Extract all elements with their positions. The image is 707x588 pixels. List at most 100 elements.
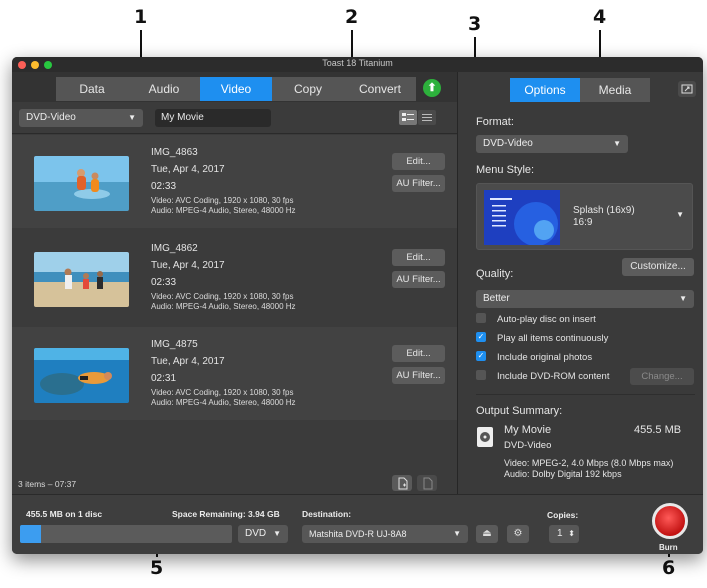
project-toolbar: DVD-Video ▼ My Movie <box>12 102 457 134</box>
item-date: Tue, Apr 4, 2017 <box>151 164 225 175</box>
burn-button[interactable] <box>652 503 688 539</box>
callout-2: 2 <box>345 6 359 28</box>
project-pane: Data Audio Video Copy Convert ⬆ DVD-Vide… <box>12 72 457 494</box>
project-tabs: Data Audio Video Copy Convert ⬆ <box>12 72 457 102</box>
play-all-label: Play all items continuously <box>497 333 609 344</box>
chevron-down-icon: ▼ <box>676 210 684 219</box>
option-autoplay[interactable]: Auto-play disc on insert <box>476 313 596 325</box>
settings-pane: Options Media Format: DVD-Video ▼ Menu S… <box>457 72 703 494</box>
callout-6: 6 <box>662 557 676 579</box>
disc-icon <box>476 426 494 453</box>
callout-5: 5 <box>150 557 164 579</box>
dvd-rom-checkbox[interactable] <box>476 370 486 381</box>
destination-label: Destination: <box>302 509 352 519</box>
status-bar: 3 items – 07:37 <box>12 472 457 494</box>
menu-style-label: Menu Style: <box>476 164 535 176</box>
capacity-bar <box>20 525 232 543</box>
tab-copy[interactable]: Copy <box>272 77 344 101</box>
tab-options[interactable]: Options <box>510 78 580 102</box>
project-title-field[interactable]: My Movie <box>155 109 271 127</box>
item-duration: 02:33 <box>151 181 177 192</box>
tab-video[interactable]: Video <box>200 77 272 101</box>
stepper-icon: ⬍ <box>568 529 575 538</box>
window-title: Toast 18 Titanium <box>322 58 393 68</box>
option-dvd-rom[interactable]: Include DVD-ROM content <box>476 370 610 382</box>
copies-label: Copies: <box>547 510 579 520</box>
au-filter-button[interactable]: AU Filter... <box>392 175 445 192</box>
app-window: Toast 18 Titanium Data Audio Video Copy … <box>12 57 703 554</box>
list-view-icon[interactable] <box>399 110 417 125</box>
autoplay-checkbox[interactable] <box>476 313 486 324</box>
upload-icon[interactable]: ⬆ <box>423 79 441 97</box>
edit-button[interactable]: Edit... <box>392 345 445 362</box>
chevron-down-icon: ▼ <box>453 529 461 538</box>
tab-audio[interactable]: Audio <box>128 77 200 101</box>
space-remaining: Space Remaining: 3.94 GB <box>172 509 280 519</box>
dvd-rom-label: Include DVD-ROM content <box>497 371 610 382</box>
video-thumbnail <box>34 252 129 307</box>
edit-button[interactable]: Edit... <box>392 153 445 170</box>
title-bar: Toast 18 Titanium <box>12 57 703 72</box>
capacity-fill <box>20 525 42 543</box>
disc-type-value: DVD <box>245 528 267 539</box>
item-video-info: Video: AVC Coding, 1920 x 1080, 30 fps <box>151 292 294 301</box>
list-item[interactable]: IMG_4863 Tue, Apr 4, 2017 02:33 Video: A… <box>12 135 457 228</box>
project-format-value: DVD-Video <box>26 112 76 123</box>
gear-icon[interactable]: ⚙ <box>507 525 529 543</box>
eject-icon[interactable]: ⏏ <box>476 525 498 543</box>
chevron-down-icon: ▼ <box>679 294 687 303</box>
change-button[interactable]: Change... <box>630 368 694 385</box>
chevron-down-icon: ▼ <box>128 113 136 122</box>
compact-view-icon[interactable] <box>418 110 436 125</box>
format-select[interactable]: DVD-Video ▼ <box>476 135 628 153</box>
item-date: Tue, Apr 4, 2017 <box>151 260 225 271</box>
menu-style-ratio: 16:9 <box>573 217 593 228</box>
output-size: 455.5 MB <box>634 424 682 436</box>
add-file-icon[interactable] <box>392 475 412 491</box>
chevron-down-icon: ▼ <box>613 139 621 148</box>
au-filter-button[interactable]: AU Filter... <box>392 367 445 384</box>
burn-label: Burn <box>659 543 678 552</box>
callout-4: 4 <box>593 6 607 28</box>
item-video-info: Video: AVC Coding, 1920 x 1080, 30 fps <box>151 388 294 397</box>
item-audio-info: Audio: MPEG-4 Audio, Stereo, 48000 Hz <box>151 302 296 311</box>
copies-stepper[interactable]: 1 ⬍ <box>549 525 579 543</box>
tab-convert[interactable]: Convert <box>344 77 416 101</box>
burn-bar: 455.5 MB on 1 disc Space Remaining: 3.94… <box>12 494 703 554</box>
output-format: DVD-Video <box>504 440 552 451</box>
disc-type-select[interactable]: DVD ▼ <box>238 525 288 543</box>
customize-button[interactable]: Customize... <box>622 258 694 276</box>
list-item[interactable]: IMG_4875 Tue, Apr 4, 2017 02:31 Video: A… <box>12 327 457 420</box>
remove-file-icon[interactable] <box>417 475 437 491</box>
list-item[interactable]: IMG_4862 Tue, Apr 4, 2017 02:33 Video: A… <box>12 231 457 324</box>
edit-button[interactable]: Edit... <box>392 249 445 266</box>
option-original-photos[interactable]: ✓ Include original photos <box>476 351 593 363</box>
item-date: Tue, Apr 4, 2017 <box>151 356 225 367</box>
tab-data[interactable]: Data <box>56 77 128 101</box>
au-filter-button[interactable]: AU Filter... <box>392 271 445 288</box>
quality-select-value: Better <box>483 293 510 304</box>
video-thumbnail <box>34 156 129 211</box>
item-name: IMG_4875 <box>151 339 198 350</box>
destination-select[interactable]: Matshita DVD-R UJ-8A8 ▼ <box>302 525 468 543</box>
quality-select[interactable]: Better ▼ <box>476 290 694 308</box>
menu-style-picker[interactable]: Splash (16x9) 16:9 ▼ <box>476 183 693 250</box>
callout-3: 3 <box>468 13 482 35</box>
fullscreen-icon[interactable] <box>678 81 696 97</box>
video-thumbnail <box>34 348 129 403</box>
menu-style-name: Splash (16x9) <box>573 205 635 216</box>
option-play-all[interactable]: ✓ Play all items continuously <box>476 332 609 344</box>
autoplay-label: Auto-play disc on insert <box>497 314 596 325</box>
callout-1: 1 <box>134 6 148 28</box>
project-format-select[interactable]: DVD-Video ▼ <box>19 109 143 127</box>
original-photos-label: Include original photos <box>497 352 593 363</box>
item-video-info: Video: AVC Coding, 1920 x 1080, 30 fps <box>151 196 294 205</box>
item-duration: 02:33 <box>151 277 177 288</box>
tab-media[interactable]: Media <box>580 78 650 102</box>
original-photos-checkbox[interactable]: ✓ <box>476 351 486 362</box>
item-audio-info: Audio: MPEG-4 Audio, Stereo, 48000 Hz <box>151 206 296 215</box>
item-count-status: 3 items – 07:37 <box>18 479 77 489</box>
play-all-checkbox[interactable]: ✓ <box>476 332 486 343</box>
output-summary-label: Output Summary: <box>476 405 563 417</box>
item-audio-info: Audio: MPEG-4 Audio, Stereo, 48000 Hz <box>151 398 296 407</box>
